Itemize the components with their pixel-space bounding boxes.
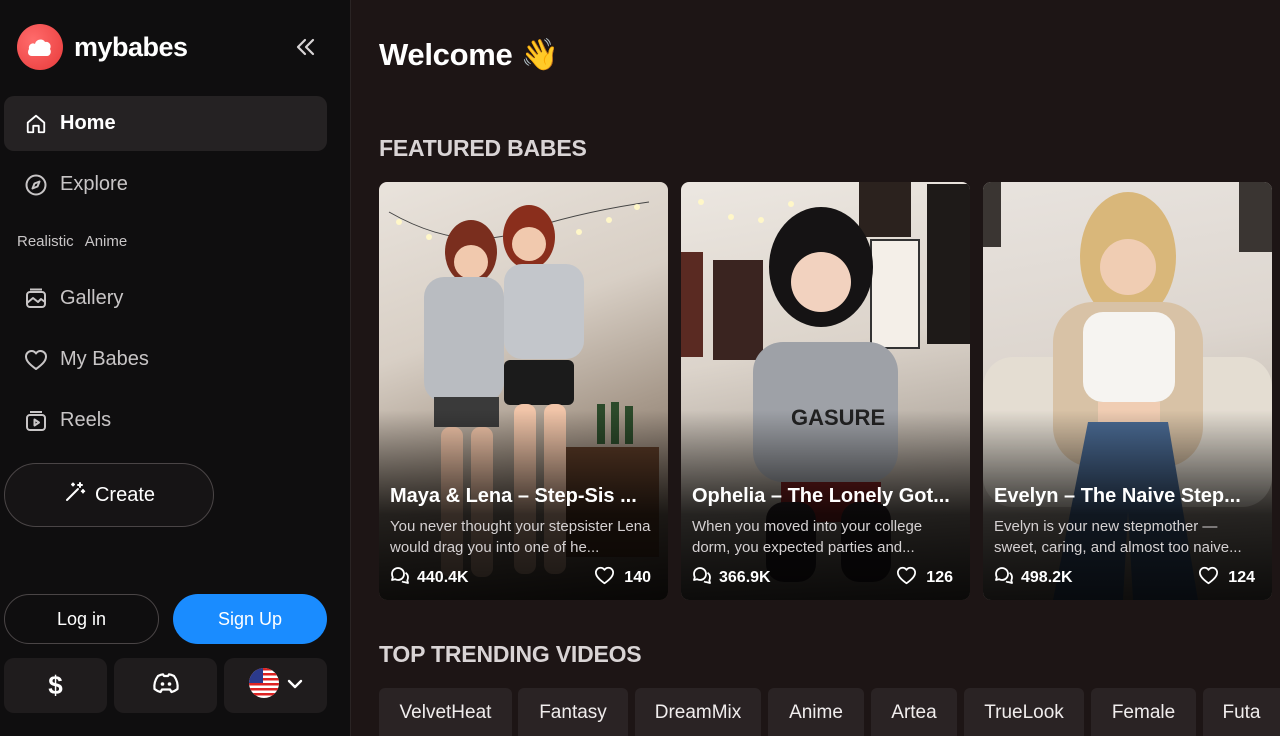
- compass-icon: [24, 173, 48, 197]
- tag-label: Female: [1111, 702, 1176, 723]
- nav-label-my-babes: My Babes: [60, 348, 149, 370]
- chat-count: 498.2K: [994, 566, 1073, 589]
- language-selector[interactable]: [224, 658, 327, 713]
- discord-button[interactable]: [114, 658, 217, 713]
- discord-icon: [152, 672, 180, 699]
- nav-item-home[interactable]: Home: [4, 96, 327, 151]
- tag-chip[interactable]: Fantasy: [518, 688, 628, 736]
- featured-card[interactable]: Maya & Lena – Step-Sis ... You never tho…: [379, 182, 668, 600]
- explore-subtabs: Realistic Anime: [17, 233, 127, 250]
- tag-label: TrueLook: [984, 702, 1064, 723]
- tag-chip[interactable]: Futa: [1203, 688, 1280, 736]
- tag-chip[interactable]: Anime: [768, 688, 864, 736]
- tag-chip[interactable]: Artea: [871, 688, 957, 736]
- like-count[interactable]: 126: [896, 566, 953, 590]
- nav-item-gallery[interactable]: Gallery: [4, 271, 327, 326]
- chat-bubbles-icon: [692, 566, 712, 589]
- currency-button[interactable]: $: [4, 658, 107, 713]
- create-label: Create: [94, 483, 156, 506]
- like-count-value: 124: [1228, 569, 1255, 586]
- subtab-realistic[interactable]: Realistic: [17, 233, 74, 250]
- tag-label: DreamMix: [654, 702, 742, 723]
- heart-icon: [896, 566, 917, 590]
- nav-label-gallery: Gallery: [60, 287, 124, 309]
- nav-label-explore: Explore: [60, 173, 128, 195]
- logo-icon: [17, 24, 63, 70]
- nav-item-explore[interactable]: Explore: [4, 157, 327, 212]
- chat-count-value: 498.2K: [1021, 568, 1073, 586]
- chat-count-value: 366.9K: [719, 568, 771, 586]
- tag-label: Artea: [891, 702, 937, 723]
- trending-section-title: TOP TRENDING VIDEOS: [379, 641, 642, 667]
- heart-icon: [1198, 566, 1219, 590]
- card-title: Evelyn – The Naive Step...: [994, 485, 1241, 507]
- tag-chip[interactable]: TrueLook: [964, 688, 1084, 736]
- like-count[interactable]: 124: [1198, 566, 1255, 590]
- heart-icon: [24, 348, 48, 372]
- nav-label-reels: Reels: [60, 409, 112, 431]
- card-description: You never thought your stepsister Lena w…: [390, 518, 651, 556]
- like-count[interactable]: 140: [594, 566, 651, 590]
- sidebar: mybabes Home Explore Realistic Anime Gal…: [0, 0, 351, 736]
- chevron-down-icon: [286, 677, 304, 695]
- brand-name: mybabes: [74, 31, 188, 62]
- tag-chip[interactable]: VelvetHeat: [379, 688, 512, 736]
- card-title: Maya & Lena – Step-Sis ...: [390, 485, 637, 507]
- dollar-icon: $: [48, 670, 63, 700]
- tag-label: Anime: [789, 702, 843, 723]
- magic-wand-icon: [63, 480, 87, 510]
- featured-section-title: FEATURED BABES: [379, 135, 587, 161]
- chat-bubbles-icon: [390, 566, 410, 589]
- signup-button[interactable]: Sign Up: [173, 594, 327, 644]
- tag-label: Fantasy: [539, 702, 607, 723]
- featured-card[interactable]: GASURE Ophelia – The Lonely Got... When …: [681, 182, 970, 600]
- home-icon: [24, 112, 48, 136]
- subtab-anime[interactable]: Anime: [85, 233, 128, 250]
- brand[interactable]: mybabes: [17, 24, 188, 70]
- tag-label: VelvetHeat: [399, 702, 492, 723]
- nav-item-my-babes[interactable]: My Babes: [4, 332, 327, 387]
- heart-icon: [594, 566, 615, 590]
- login-button[interactable]: Log in: [4, 594, 159, 644]
- page-title: Welcome 👋: [379, 37, 560, 72]
- reels-icon: [24, 409, 48, 433]
- card-description: Evelyn is your new stepmother — sweet, c…: [994, 518, 1242, 556]
- chat-count: 440.4K: [390, 566, 469, 589]
- featured-card[interactable]: Evelyn – The Naive Step... Evelyn is you…: [983, 182, 1272, 600]
- us-flag-icon: [248, 667, 280, 704]
- card-description: When you moved into your college dorm, y…: [692, 518, 923, 556]
- chat-count-value: 440.4K: [417, 568, 469, 586]
- tag-label: Futa: [1222, 702, 1261, 723]
- tag-chip[interactable]: DreamMix: [635, 688, 761, 736]
- card-title: Ophelia – The Lonely Got...: [692, 485, 950, 507]
- tag-chip[interactable]: Female: [1091, 688, 1196, 736]
- gallery-icon: [24, 287, 48, 311]
- like-count-value: 140: [624, 569, 651, 586]
- nav-label-home: Home: [60, 112, 116, 134]
- create-button[interactable]: Create: [4, 463, 214, 527]
- chat-bubbles-icon: [994, 566, 1014, 589]
- like-count-value: 126: [926, 569, 953, 586]
- collapse-sidebar-icon[interactable]: [290, 34, 320, 60]
- nav-item-reels[interactable]: Reels: [4, 393, 327, 448]
- chat-count: 366.9K: [692, 566, 771, 589]
